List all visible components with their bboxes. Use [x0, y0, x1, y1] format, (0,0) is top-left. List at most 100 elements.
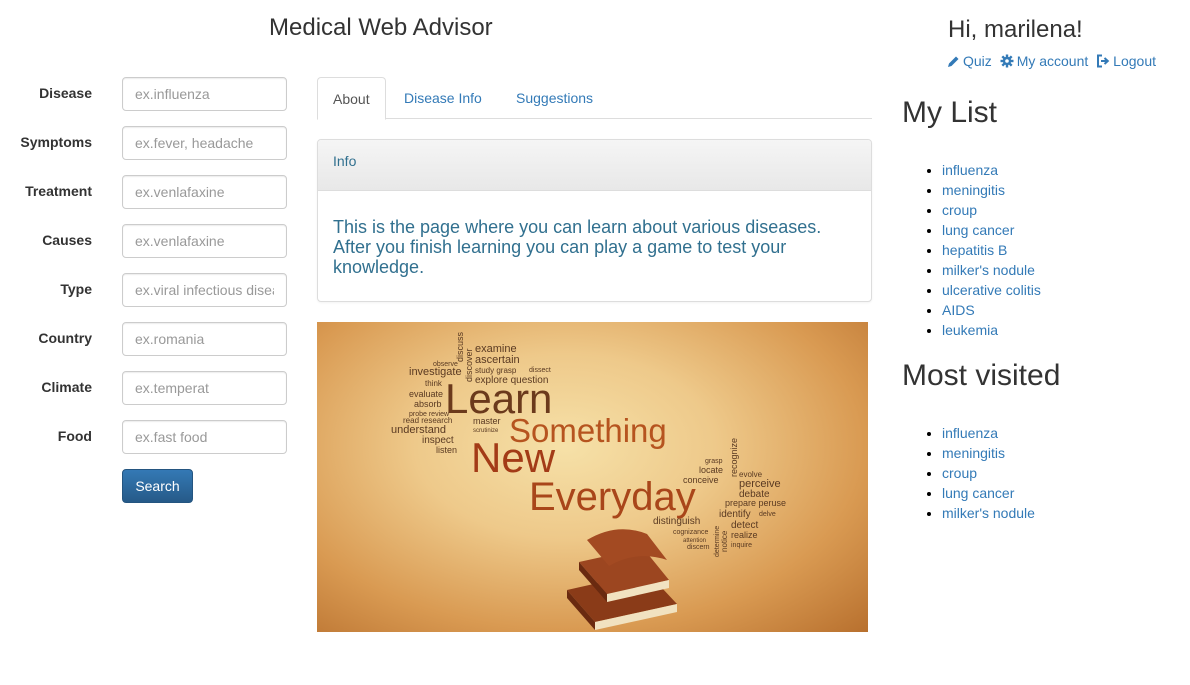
my-list-link[interactable]: leukemia: [942, 322, 998, 338]
quiz-link[interactable]: Quiz: [947, 53, 992, 69]
list-item: meningitis: [942, 180, 1041, 200]
type-input[interactable]: [122, 273, 287, 307]
form-row-causes: Causes: [0, 224, 300, 258]
user-greeting: Hi, marilena!: [948, 16, 1083, 43]
word-master: master: [473, 416, 501, 426]
most-visited-list: influenza meningitis croup lung cancer m…: [902, 423, 1035, 523]
word-scrutinize: scrutinize: [473, 428, 499, 434]
list-item: meningitis: [942, 443, 1035, 463]
pencil-icon: [948, 56, 959, 67]
food-label: Food: [57, 428, 92, 444]
my-list-link[interactable]: influenza: [942, 162, 998, 178]
word-delve: delve: [759, 511, 776, 518]
word-identify: identify: [719, 509, 751, 520]
my-list-title: My List: [902, 96, 998, 129]
country-input[interactable]: [122, 322, 287, 356]
list-item: hepatitis B: [942, 240, 1041, 260]
my-list-link[interactable]: ulcerative colitis: [942, 282, 1041, 298]
my-account-link-label: My account: [1016, 53, 1089, 69]
country-label: Country: [38, 330, 92, 346]
word-explore: explore question: [475, 375, 548, 386]
climate-label: Climate: [41, 379, 92, 395]
form-row-treatment: Treatment: [0, 175, 300, 209]
word-everyday: Everyday: [529, 475, 696, 519]
most-visited-title: Most visited: [902, 359, 1061, 392]
tab-suggestions[interactable]: Suggestions: [501, 77, 608, 119]
word-inquire: inquire: [731, 542, 752, 549]
form-row-food: Food: [0, 420, 300, 454]
list-item: ulcerative colitis: [942, 280, 1041, 300]
my-list-link[interactable]: meningitis: [942, 182, 1005, 198]
symptoms-label: Symptoms: [20, 134, 92, 150]
form-row-symptoms: Symptoms: [0, 126, 300, 160]
logout-link[interactable]: Logout: [1096, 53, 1156, 69]
causes-label: Causes: [42, 232, 92, 248]
tab-disease-info[interactable]: Disease Info: [389, 77, 497, 119]
list-item: croup: [942, 463, 1035, 483]
my-list-link[interactable]: hepatitis B: [942, 242, 1007, 258]
word-cloud-graphic: Learn Something New Everyday examine asc…: [391, 331, 786, 630]
learn-something-new-image: Learn Something New Everyday examine asc…: [317, 322, 868, 632]
list-item: croup: [942, 200, 1041, 220]
treatment-input[interactable]: [122, 175, 287, 209]
word-study: study grasp: [475, 366, 517, 375]
form-row-country: Country: [0, 322, 300, 356]
word-absorb: absorb: [414, 399, 442, 409]
word-recognize: recognize: [729, 438, 739, 477]
most-visited-link[interactable]: lung cancer: [942, 485, 1014, 501]
gear-icon: [1000, 54, 1014, 68]
word-evaluate: evaluate: [409, 389, 443, 399]
causes-input[interactable]: [122, 224, 287, 258]
my-list-link[interactable]: AIDS: [942, 302, 975, 318]
info-panel: Info This is the page where you can lear…: [317, 139, 872, 302]
content-tabs: About Disease Info Suggestions: [317, 77, 872, 120]
most-visited-link[interactable]: milker's nodule: [942, 505, 1035, 521]
most-visited-link[interactable]: meningitis: [942, 445, 1005, 461]
most-visited-link[interactable]: croup: [942, 465, 977, 481]
food-input[interactable]: [122, 420, 287, 454]
form-row-disease: Disease: [0, 77, 300, 111]
disease-label: Disease: [39, 85, 92, 101]
form-row-type: Type: [0, 273, 300, 307]
my-list: influenza meningitis croup lung cancer h…: [902, 160, 1041, 340]
list-item: influenza: [942, 160, 1041, 180]
word-listen: listen: [436, 445, 457, 455]
disease-input[interactable]: [122, 77, 287, 111]
quiz-link-label: Quiz: [963, 53, 992, 69]
word-cognizance: cognizance: [673, 529, 709, 536]
word-new: New: [471, 434, 556, 481]
list-item: milker's nodule: [942, 260, 1041, 280]
books-illustration: [567, 529, 677, 630]
list-item: leukemia: [942, 320, 1041, 340]
word-dissect: dissect: [529, 367, 551, 374]
my-list-link[interactable]: lung cancer: [942, 222, 1014, 238]
word-grasp: grasp: [705, 458, 723, 465]
search-button[interactable]: Search: [122, 469, 193, 503]
form-row-climate: Climate: [0, 371, 300, 405]
word-notice: notice: [720, 530, 729, 552]
symptoms-input[interactable]: [122, 126, 287, 160]
word-prepare: prepare peruse: [725, 498, 786, 508]
word-discern: discern: [687, 544, 710, 551]
climate-input[interactable]: [122, 371, 287, 405]
word-locate: locate: [699, 465, 723, 475]
word-discover: discover: [464, 348, 474, 382]
word-think: think: [425, 379, 443, 388]
word-distinguish: distinguish: [653, 516, 700, 527]
most-visited-link[interactable]: influenza: [942, 425, 998, 441]
tab-about[interactable]: About: [317, 77, 386, 120]
my-list-link[interactable]: milker's nodule: [942, 262, 1035, 278]
logout-link-label: Logout: [1113, 53, 1156, 69]
logout-icon: [1097, 54, 1110, 68]
type-label: Type: [60, 281, 92, 297]
list-item: AIDS: [942, 300, 1041, 320]
list-item: milker's nodule: [942, 503, 1035, 523]
my-account-link[interactable]: My account: [1000, 53, 1089, 69]
my-list-link[interactable]: croup: [942, 202, 977, 218]
word-conceive: conceive: [683, 475, 719, 485]
info-panel-body: This is the page where you can learn abo…: [333, 217, 822, 277]
list-item: influenza: [942, 423, 1035, 443]
page-title: Medical Web Advisor: [269, 14, 493, 41]
list-item: lung cancer: [942, 483, 1035, 503]
list-item: lung cancer: [942, 220, 1041, 240]
